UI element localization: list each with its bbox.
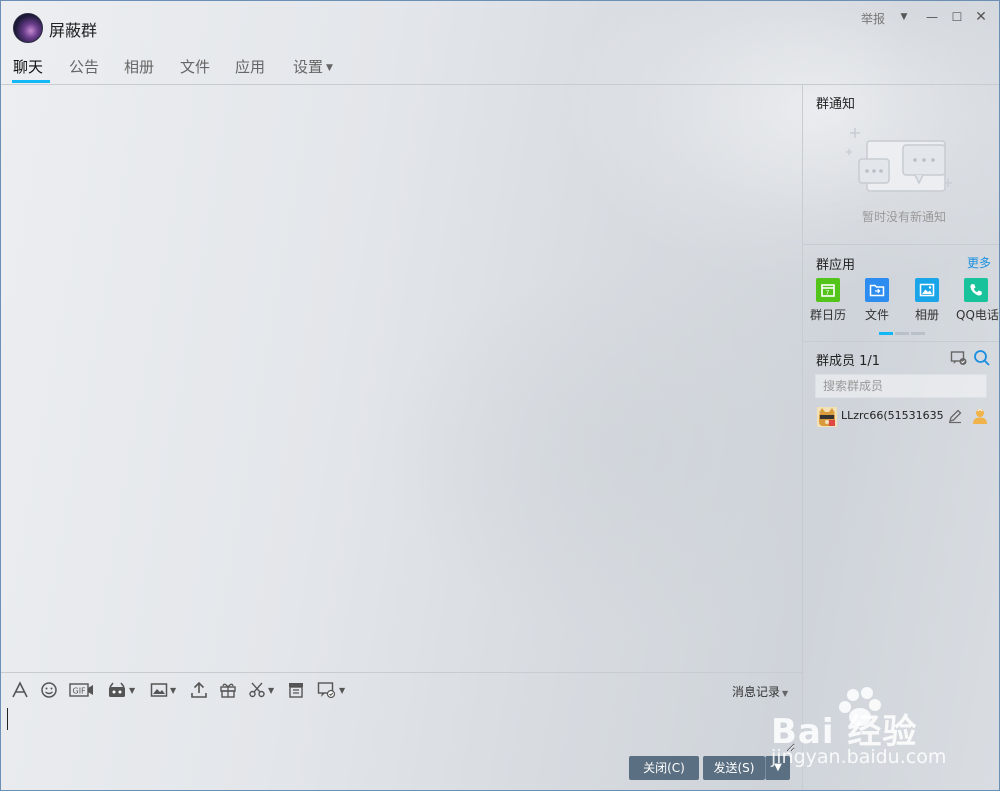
tab-settings[interactable]: 设置 ▼ — [293, 56, 333, 77]
calendar-icon: 7 — [816, 278, 840, 302]
member-name: LLzrc66(515316358) — [841, 409, 943, 422]
caret-down-icon: ▼ — [129, 685, 136, 695]
tab-settings-label: 设置 — [293, 58, 324, 76]
svg-text:7: 7 — [826, 290, 830, 297]
phone-icon — [964, 278, 988, 302]
tab-apps[interactable]: 应用 — [235, 56, 265, 77]
pager-dot-active[interactable] — [879, 332, 893, 335]
font-icon[interactable] — [11, 680, 29, 700]
gif-icon[interactable]: GIF — [69, 680, 95, 700]
active-tab-indicator — [12, 80, 50, 83]
app-album[interactable]: 相册 — [907, 278, 947, 323]
app-label: 群日历 — [809, 308, 846, 322]
divider[interactable] — [1, 672, 802, 673]
divider — [803, 244, 999, 245]
group-avatar[interactable] — [13, 13, 43, 43]
tab-chat[interactable]: 聊天 — [13, 56, 43, 77]
tab-announcement[interactable]: 公告 — [69, 56, 99, 77]
caret-down-icon: ▼ — [339, 685, 346, 695]
member-settings-icon[interactable] — [950, 349, 968, 367]
empty-notice-illustration-icon — [846, 128, 952, 192]
svg-text:GIF: GIF — [73, 687, 87, 696]
divider — [803, 341, 999, 342]
tab-album[interactable]: 相册 — [124, 56, 154, 77]
upload-icon[interactable] — [190, 680, 208, 700]
group-owner-icon — [973, 408, 987, 424]
avatar — [817, 407, 837, 427]
empty-notice-text: 暂时没有新通知 — [862, 210, 947, 224]
photo-icon — [915, 278, 939, 302]
message-input[interactable] — [5, 704, 795, 752]
member-search-input[interactable] — [815, 374, 987, 398]
search-icon[interactable] — [973, 349, 991, 367]
group-apps-title: 群应用 — [816, 258, 856, 273]
app-group-calendar[interactable]: 7 群日历 — [808, 278, 848, 323]
qq-group-chat-window: 屏蔽群 举报 ▼ — ☐ ✕ 聊天 公告 相册 文件 应用 设置 ▼ GIF ▼ … — [0, 0, 1000, 791]
caret-down-icon: ▼ — [326, 63, 333, 73]
shake-icon[interactable]: ▼ — [317, 680, 345, 700]
app-label: QQ电话 — [956, 308, 999, 322]
group-notice-title: 群通知 — [816, 97, 856, 112]
app-label: 相册 — [914, 308, 939, 322]
group-title[interactable]: 屏蔽群 — [49, 17, 97, 41]
chevron-down-icon[interactable]: ▼ — [895, 7, 913, 27]
minimize-icon[interactable]: — — [923, 7, 941, 27]
edit-icon[interactable] — [947, 408, 963, 424]
pager-dot[interactable] — [895, 332, 909, 335]
screenshot-icon[interactable]: ▼ — [248, 680, 274, 700]
member-list-item[interactable]: LLzrc66(515316358) — [813, 405, 991, 429]
group-members-title: 群成员 1/1 — [816, 354, 881, 369]
send-button[interactable]: 发送(S) — [703, 756, 765, 780]
watermark-url: jingyan.baidu.com — [771, 746, 947, 768]
gift-icon[interactable] — [219, 680, 237, 700]
caret-down-icon: ▼ — [170, 685, 177, 695]
message-area[interactable] — [1, 85, 802, 672]
pager-dot[interactable] — [911, 332, 925, 335]
app-files[interactable]: 文件 — [857, 278, 897, 323]
app-qq-phone[interactable]: QQ电话 — [956, 278, 999, 323]
caret-down-icon: ▼ — [268, 685, 275, 695]
close-button[interactable]: 关闭(C) — [629, 756, 699, 780]
report-link[interactable]: 举报 — [861, 10, 885, 27]
emoji-icon[interactable] — [40, 680, 58, 700]
app-label: 文件 — [864, 308, 889, 322]
maximize-icon[interactable]: ☐ — [948, 7, 966, 27]
more-apps-link[interactable]: 更多 — [967, 254, 991, 271]
image-icon[interactable]: ▼ — [150, 680, 176, 700]
magic-expression-icon[interactable]: ▼ — [107, 680, 135, 700]
tab-files[interactable]: 文件 — [180, 56, 210, 77]
archive-icon[interactable] — [287, 680, 305, 700]
close-icon[interactable]: ✕ — [972, 7, 990, 27]
folder-icon — [865, 278, 889, 302]
